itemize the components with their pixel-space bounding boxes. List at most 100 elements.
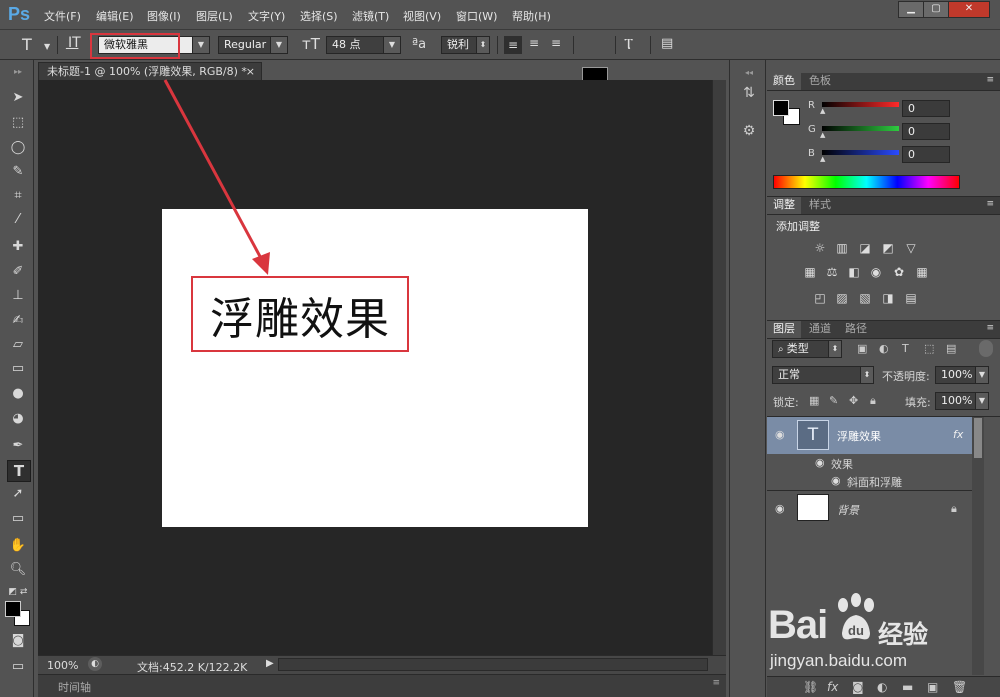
channel-r-label: R [808,100,815,111]
layer-thumbnail: T [797,420,829,450]
collapse-icon[interactable]: ◂◂ [738,62,760,84]
hue-saturation-icon[interactable]: ▦ [803,265,817,279]
opacity-label: 不透明度: [882,370,930,383]
levels-icon[interactable]: ▥ [835,241,849,255]
filter-adjustment-icon[interactable]: ◐ [879,342,889,355]
visibility-eye-icon[interactable]: ◉ [775,502,785,515]
layer-filter-value: 类型 [786,342,809,355]
chevron-down-icon: ▼ [975,393,988,409]
lock-pixels-icon[interactable]: ✎ [829,394,838,407]
layer-row-text[interactable]: ◉ T 浮雕效果 fx [767,417,972,454]
lock-position-icon[interactable]: ✥ [849,394,858,407]
channel-g-label: G [808,124,816,135]
watermark-brand-cn: 经验 [878,620,929,649]
channel-b-slider[interactable] [822,150,899,155]
effect-item-row[interactable]: ◉ 斜面和浮雕 [767,472,972,490]
channel-r-slider[interactable] [822,102,899,107]
vibrance-icon[interactable]: ▽ [904,241,918,255]
tab-paths[interactable]: 路径 [839,321,873,338]
adjustments-panel: 添加调整 ☼ ▥ ◪ ◩ ▽ ▦ ⚖ ◧ ◉ ✿ ▦ ◰ ▨ ▧ ◨ ▤ [767,215,1000,322]
layer-name[interactable]: 浮雕效果 [837,428,881,444]
effects-visibility-icon[interactable]: ◉ [815,456,825,469]
scrollbar-thumb[interactable] [974,418,982,458]
lock-icon: 🔒︎ [951,502,957,515]
chevron-updown-icon: ⬍ [828,341,841,357]
tab-adjustments[interactable]: 调整 [767,197,801,214]
slider-thumb-icon[interactable]: ▲ [820,131,825,139]
photo-filter-icon[interactable]: ◉ [869,265,883,279]
fx-icon[interactable]: fx [953,428,963,441]
svg-text:du: du [848,623,864,638]
properties-panel-icon[interactable]: ⚙ [738,120,760,142]
paw-logo-icon: du [838,593,874,640]
fill-field[interactable]: 100% ▼ [935,392,989,410]
effect-visibility-icon[interactable]: ◉ [831,474,841,487]
lock-transparency-icon[interactable]: ▦ [809,394,819,407]
curves-icon[interactable]: ◪ [858,241,872,255]
effects-label: 效果 [831,458,853,471]
filter-pixel-icon[interactable]: ▣ [857,342,867,355]
layer-filter-select[interactable]: ⌕ 类型 ⬍ [772,340,842,358]
posterize-icon[interactable]: ▨ [835,291,849,305]
tab-layers[interactable]: 图层 [767,321,801,338]
blend-mode-value: 正常 [778,368,800,381]
channel-mixer-icon[interactable]: ✿ [892,265,906,279]
add-adjustment-title: 添加调整 [776,220,820,233]
foreground-color-swatch[interactable] [773,100,789,116]
lock-label: 锁定: [773,396,799,409]
tab-color[interactable]: 颜色 [767,73,801,90]
tab-styles[interactable]: 样式 [803,197,837,214]
exposure-icon[interactable]: ◩ [881,241,895,255]
panel-dock: ◂◂ ⇅ ⚙ [729,60,766,697]
visibility-eye-icon[interactable]: ◉ [775,428,785,441]
slider-thumb-icon[interactable]: ▲ [820,155,825,163]
effect-item-label: 斜面和浮雕 [847,476,902,489]
channel-b-label: B [808,148,815,159]
fill-label: 填充: [905,396,931,409]
baidu-watermark: Bai du 经验 jingyan.baidu.com [766,585,991,685]
watermark-url: jingyan.baidu.com [770,651,908,670]
arrow-line [163,79,265,263]
filter-toggle[interactable] [979,340,993,357]
fill-value: 100% [941,394,973,407]
layer-name[interactable]: 背景 [837,502,859,518]
tab-channels[interactable]: 通道 [803,321,837,338]
layers-panel-tabs: 图层 通道 路径 ≡ [767,321,1000,339]
color-lookup-icon[interactable]: ▦ [915,265,929,279]
opacity-value: 100% [941,368,973,381]
watermark-brand: Bai [768,603,828,647]
channel-r-field[interactable]: 0 [902,100,950,117]
tab-swatches[interactable]: 色板 [803,73,837,90]
threshold-icon[interactable]: ▧ [858,291,872,305]
gradient-map-icon[interactable]: ▤ [904,291,918,305]
blend-mode-select[interactable]: 正常 ⬍ [772,366,874,384]
layer-thumbnail [797,494,829,521]
effects-row[interactable]: ◉ 效果 [767,454,972,472]
search-icon: ⌕ [778,344,787,355]
color-panel: R ▲ 0 G ▲ 0 B ▲ 0 [767,91,1000,198]
panel-menu-icon[interactable]: ≡ [986,75,994,85]
chevron-updown-icon: ⬍ [860,367,873,383]
color-spectrum-bar[interactable] [773,175,960,189]
invert-icon[interactable]: ◰ [813,291,827,305]
panel-menu-icon[interactable]: ≡ [986,199,994,209]
chevron-down-icon: ▼ [975,367,988,383]
history-panel-icon[interactable]: ⇅ [738,82,760,104]
channel-b-field[interactable]: 0 [902,146,950,163]
channel-g-field[interactable]: 0 [902,123,950,140]
filter-shape-icon[interactable]: ⬚ [924,342,934,355]
color-balance-icon[interactable]: ⚖ [825,265,839,279]
slider-thumb-icon[interactable]: ▲ [820,107,825,115]
opacity-field[interactable]: 100% ▼ [935,366,989,384]
channel-g-slider[interactable] [822,126,899,131]
color-panel-tabs: 颜色 色板 ≡ [767,73,1000,91]
filter-type-icon[interactable]: T [902,342,909,355]
panel-menu-icon[interactable]: ≡ [986,323,994,333]
adjustments-panel-tabs: 调整 样式 ≡ [767,197,1000,215]
black-white-icon[interactable]: ◧ [847,265,861,279]
selective-color-icon[interactable]: ◨ [881,291,895,305]
layer-row-background[interactable]: ◉ 背景 🔒︎ [767,491,972,526]
brightness-icon[interactable]: ☼ [813,241,827,255]
lock-all-icon[interactable]: 🔒︎ [870,394,876,408]
filter-smart-object-icon[interactable]: ▤ [946,342,956,355]
